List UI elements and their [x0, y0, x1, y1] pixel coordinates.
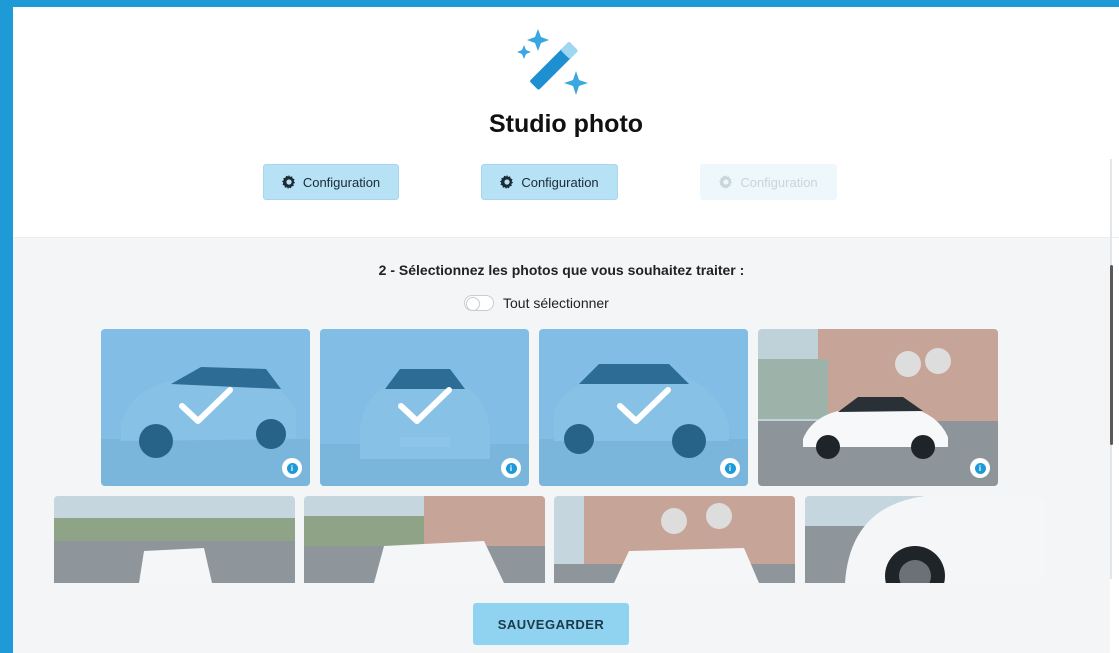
save-button[interactable]: SAUVEGARDER [473, 603, 629, 645]
magic-wand-icon [517, 29, 588, 95]
page-title: Studio photo [488, 110, 644, 138]
info-icon: i [974, 462, 986, 474]
check-icon [397, 386, 452, 424]
configuration-button-label: Configuration [302, 174, 381, 190]
info-button[interactable]: i [282, 458, 302, 478]
photo-tile-6[interactable] [304, 496, 545, 583]
info-icon: i [724, 462, 736, 474]
info-button[interactable]: i [501, 458, 521, 478]
car-photo [554, 496, 795, 583]
configuration-button-1[interactable]: Configuration [263, 164, 399, 200]
select-all-label: Tout sélectionner [503, 295, 609, 311]
check-icon [178, 386, 233, 424]
configuration-button-label: Configuration [521, 174, 599, 190]
photo-tile-4[interactable]: i [758, 329, 998, 486]
photo-tile-5[interactable] [54, 496, 295, 583]
photo-tile-3[interactable]: i [539, 329, 748, 486]
gear-icon [281, 175, 295, 189]
photo-tile-7[interactable] [554, 496, 795, 583]
check-icon [616, 386, 671, 424]
photo-tile-1[interactable]: i [101, 329, 310, 486]
frame-border-left [0, 0, 13, 653]
gear-icon [500, 175, 514, 189]
info-button[interactable]: i [970, 458, 990, 478]
modal-header: Studio photo Configuration Configuration… [13, 7, 1119, 238]
select-all-toggle[interactable] [464, 295, 494, 311]
photo-tile-8[interactable] [805, 496, 1046, 583]
configuration-button-2[interactable]: Configuration [481, 164, 618, 200]
car-photo [54, 496, 295, 583]
scrollbar-thumb[interactable] [1110, 265, 1113, 445]
gear-icon [719, 175, 733, 189]
configuration-button-3-disabled: Configuration [700, 164, 837, 200]
car-photo [758, 329, 998, 486]
car-photo [304, 496, 545, 583]
info-button[interactable]: i [720, 458, 740, 478]
configuration-button-label: Configuration [740, 174, 818, 190]
selection-instruction: 2 - Sélectionnez les photos que vous sou… [378, 262, 745, 278]
photo-tile-2[interactable]: i [320, 329, 529, 486]
info-icon: i [286, 462, 298, 474]
car-photo [805, 496, 1046, 583]
frame-border-top [0, 0, 1119, 7]
info-icon: i [505, 462, 517, 474]
select-all-control[interactable]: Tout sélectionner [464, 293, 609, 313]
